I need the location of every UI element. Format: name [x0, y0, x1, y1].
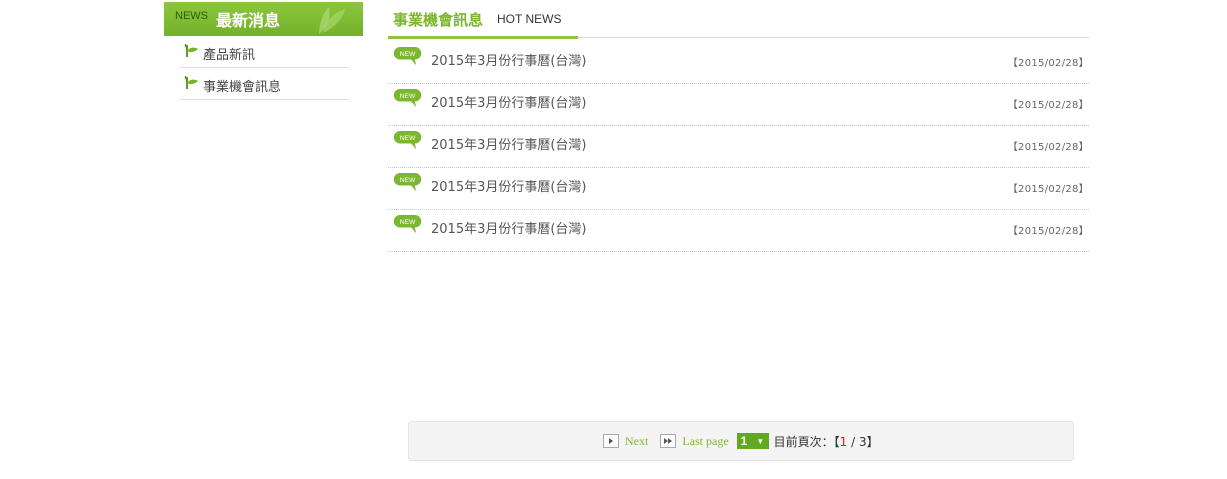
last-page-button[interactable]: [660, 434, 677, 448]
news-title[interactable]: 2015年3月份行事曆(台灣): [431, 176, 587, 195]
dropdown-arrow-icon: ▼: [756, 436, 765, 446]
sidebar-header: NEWS 最新消息: [164, 2, 363, 36]
next-page-link[interactable]: Next: [625, 434, 648, 449]
sprout-icon: [184, 76, 198, 89]
news-item[interactable]: NEW 2015年3月份行事曆(台灣) 【2015/02/28】: [388, 42, 1089, 84]
fast-forward-icon: [664, 438, 673, 444]
new-badge-icon: NEW: [393, 173, 422, 192]
page-select[interactable]: 1 ▼: [736, 433, 769, 449]
sidebar-title: 最新消息: [216, 11, 281, 30]
new-badge-label: NEW: [400, 135, 416, 142]
section-title: 事業機會訊息: [393, 11, 484, 29]
section-header: 事業機會訊息 HOT NEWS: [388, 3, 1089, 39]
sidebar-item-label: 事業機會訊息: [203, 80, 282, 95]
news-title[interactable]: 2015年3月份行事曆(台灣): [431, 92, 587, 111]
last-page-link[interactable]: Last page: [682, 434, 728, 449]
current-page-label: 目前頁次：【: [773, 434, 840, 449]
play-icon: [609, 438, 613, 444]
next-page-button[interactable]: [603, 434, 619, 448]
news-title[interactable]: 2015年3月份行事曆(台灣): [431, 50, 587, 69]
new-badge-label: NEW: [400, 219, 416, 226]
new-badge-icon: NEW: [393, 215, 422, 234]
total-pages: 3: [858, 434, 867, 449]
sidebar-item-label: 產品新訊: [203, 48, 256, 63]
sprout-icon: [184, 44, 198, 57]
news-item[interactable]: NEW 2015年3月份行事曆(台灣) 【2015/02/28】: [388, 126, 1089, 168]
news-date: 【2015/02/28】: [1007, 226, 1089, 237]
sidebar: NEWS 最新消息 產品新訊 事業機會訊息: [164, 2, 363, 100]
news-item[interactable]: NEW 2015年3月份行事曆(台灣) 【2015/02/28】: [388, 84, 1089, 126]
pagination-controls: Next Last page 1 ▼ 目前頁次：【1 / 3】: [603, 432, 879, 450]
sidebar-menu: 產品新訊 事業機會訊息: [164, 36, 363, 100]
pagination-bar: Next Last page 1 ▼ 目前頁次：【1 / 3】: [408, 421, 1074, 461]
new-badge-label: NEW: [400, 177, 416, 184]
news-date: 【2015/02/28】: [1007, 184, 1089, 195]
section-subtitle: HOT NEWS: [497, 12, 562, 26]
news-title[interactable]: 2015年3月份行事曆(台灣): [431, 218, 587, 237]
new-badge-icon: NEW: [393, 131, 422, 150]
news-date: 【2015/02/28】: [1007, 100, 1089, 111]
sidebar-item-business-opportunity[interactable]: 事業機會訊息: [180, 68, 349, 100]
news-date: 【2015/02/28】: [1007, 142, 1089, 153]
news-title[interactable]: 2015年3月份行事曆(台灣): [431, 134, 587, 153]
current-page-indicator: 目前頁次：【1 / 3】: [774, 433, 879, 450]
news-item[interactable]: NEW 2015年3月份行事曆(台灣) 【2015/02/28】: [388, 210, 1089, 252]
page-separator: /: [847, 434, 859, 449]
sidebar-item-product-news[interactable]: 產品新訊: [180, 36, 349, 68]
news-list: NEW 2015年3月份行事曆(台灣) 【2015/02/28】 NEW 201…: [388, 42, 1089, 252]
new-badge-label: NEW: [400, 93, 416, 100]
leaf-decoration-icon: [319, 7, 345, 34]
main-content: 事業機會訊息 HOT NEWS NEW 2015年3月份行事曆(台灣) 【201…: [388, 3, 1089, 252]
new-badge-icon: NEW: [393, 47, 422, 66]
new-badge-icon: NEW: [393, 89, 422, 108]
news-item[interactable]: NEW 2015年3月份行事曆(台灣) 【2015/02/28】: [388, 168, 1089, 210]
new-badge-label: NEW: [400, 51, 416, 58]
page-select-value: 1: [740, 434, 748, 448]
current-page-close: 】: [866, 434, 879, 449]
section-title-underline: [388, 36, 578, 39]
sidebar-title-en: NEWS: [175, 10, 208, 22]
news-date: 【2015/02/28】: [1007, 58, 1089, 69]
